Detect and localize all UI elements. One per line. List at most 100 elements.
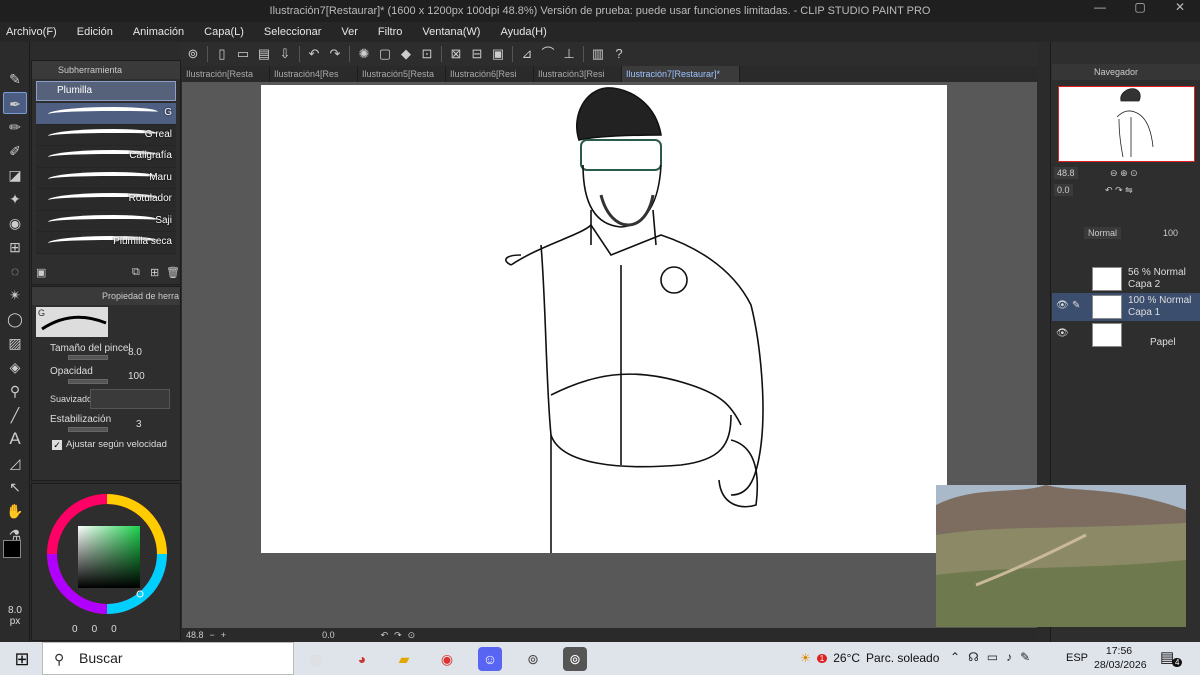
invert-selection-icon[interactable]: ⊟	[468, 45, 486, 63]
delete-subtool-icon[interactable]: 🗑	[166, 266, 180, 279]
brush-item[interactable]: Saji	[36, 210, 176, 232]
eye-icon[interactable]: 👁	[1056, 300, 1069, 311]
windows-start-icon[interactable]: ⊞	[10, 647, 34, 671]
language-indicator[interactable]: ESP	[1066, 652, 1088, 664]
green-value[interactable]: 0	[92, 624, 98, 635]
menu-archivo[interactable]: Archivo(F)	[6, 26, 57, 38]
subtool-group-plumilla[interactable]: Plumilla	[36, 81, 176, 101]
main-color-swatch[interactable]	[3, 540, 21, 558]
fit-button[interactable]: ⊙	[1130, 168, 1138, 178]
menu-filtro[interactable]: Filtro	[378, 26, 402, 38]
zoom-out-icon[interactable]: −	[210, 630, 215, 640]
pen-tray-icon[interactable]: ✎	[1020, 650, 1030, 664]
tab-ilustracion5[interactable]: Ilustración5[Resta	[358, 66, 446, 82]
maximize-button[interactable]: ▢	[1120, 0, 1160, 22]
gradient-tool-icon[interactable]: ▨	[3, 332, 27, 354]
line-tool-icon[interactable]: ╱	[3, 404, 27, 426]
search-input[interactable]: Buscar	[42, 642, 294, 675]
snap-icon[interactable]: ⌒	[539, 45, 557, 63]
new-file-icon[interactable]: ▯	[213, 45, 231, 63]
paint-app-icon[interactable]: ◕	[350, 647, 374, 671]
minimize-button[interactable]: —	[1080, 0, 1120, 22]
help-icon[interactable]: ?	[610, 45, 628, 63]
blend-mode-select[interactable]: Normal	[1084, 227, 1122, 239]
adjust-speed-checkbox[interactable]: ✓	[52, 440, 62, 450]
loading-icon[interactable]: ✺	[355, 45, 373, 63]
plumilla-tool-icon[interactable]: ✒	[3, 92, 27, 114]
stabilization-value[interactable]: 3	[136, 419, 142, 430]
menu-seleccionar[interactable]: Seleccionar	[264, 26, 321, 38]
menu-animacion[interactable]: Animación	[133, 26, 184, 38]
task-view-icon[interactable]: ▥	[304, 647, 328, 671]
fill-tool-icon[interactable]: ◉	[3, 212, 27, 234]
discord-icon[interactable]: ☺	[478, 647, 502, 671]
clip-studio-icon[interactable]: ⊚	[184, 45, 202, 63]
magic-wand-icon[interactable]: ✴	[3, 284, 27, 306]
save-icon[interactable]: ▤	[255, 45, 273, 63]
blue-value[interactable]: 0	[111, 624, 117, 635]
transform-icon[interactable]: ⊡	[418, 45, 436, 63]
tab-ilustracion6[interactable]: Ilustración6[Resi	[446, 66, 534, 82]
blend-tool-icon[interactable]: ✦	[3, 188, 27, 210]
rotate-right-icon[interactable]: ↷	[394, 630, 402, 641]
brush-item[interactable]: G	[36, 103, 176, 125]
stabilization-slider[interactable]	[68, 427, 108, 432]
zoom-in-icon[interactable]: +	[221, 630, 226, 640]
color-wheel[interactable]	[32, 484, 182, 642]
brush-item[interactable]: Caligrafía	[36, 146, 176, 168]
new-subtool-icon[interactable]: ⊞	[150, 266, 159, 279]
flip-button[interactable]: ⇋	[1125, 185, 1133, 195]
rotate-cw-button[interactable]: ↷	[1115, 185, 1123, 195]
rotate-ccw-button[interactable]: ↶	[1105, 185, 1113, 195]
tab-ilustracion7[interactable]: Ilustración7[Restaurar]*	[622, 66, 740, 82]
tab-ilustracion4[interactable]: Ilustración4[Res	[270, 66, 358, 82]
zoom-out-button[interactable]: ⊖	[1110, 168, 1118, 178]
menu-ventana[interactable]: Ventana(W)	[422, 26, 480, 38]
brush-item[interactable]: Plumilla seca	[36, 232, 176, 254]
rotate-left-icon[interactable]: ↶	[381, 630, 389, 641]
opacity-value[interactable]: 100	[128, 371, 145, 382]
drawing-canvas[interactable]	[261, 85, 947, 553]
close-button[interactable]: ✕	[1160, 0, 1200, 22]
lasso-tool-icon[interactable]: ◌	[3, 260, 27, 282]
ruler-tool-icon[interactable]: ◿	[3, 452, 27, 474]
menu-capa[interactable]: Capa(L)	[204, 26, 244, 38]
layer-row[interactable]: 👁 ✎ 100 % Normal Capa 1	[1052, 293, 1200, 321]
select-none-icon[interactable]: ⊠	[447, 45, 465, 63]
smoothing-options[interactable]	[90, 389, 170, 409]
ruler-icon[interactable]: ⊿	[518, 45, 536, 63]
object-tool-icon[interactable]: ↖	[3, 476, 27, 498]
layer-row[interactable]: 👁 Papel	[1052, 321, 1200, 349]
zoom-tool-icon[interactable]: ⚲	[3, 380, 27, 402]
eraser-tool-icon[interactable]: ◪	[3, 164, 27, 186]
brush-tool-icon[interactable]: ✐	[3, 140, 27, 162]
angle-readout[interactable]: 0.0	[322, 630, 335, 640]
pen-tool-icon[interactable]: ✎	[3, 68, 27, 90]
brush-item[interactable]: Rotulador	[36, 189, 176, 211]
opacity-slider[interactable]	[68, 379, 108, 384]
navigator-preview[interactable]	[1058, 86, 1195, 162]
reset-rotation-icon[interactable]: ⊙	[408, 630, 416, 641]
eye-icon[interactable]: 👁	[1056, 328, 1069, 339]
red-value[interactable]: 0	[72, 624, 78, 635]
tab-ilustracion[interactable]: Ilustración[Resta	[182, 66, 270, 82]
undo-icon[interactable]: ↶	[305, 45, 323, 63]
weather-widget[interactable]: ☀ 1 26°C Parc. soleado	[800, 648, 939, 668]
clear-icon[interactable]: ▢	[376, 45, 394, 63]
menu-edicion[interactable]: Edición	[77, 26, 113, 38]
mic-icon[interactable]: ☊	[968, 650, 979, 664]
redo-icon[interactable]: ↷	[326, 45, 344, 63]
brush-item[interactable]: Maru	[36, 167, 176, 189]
clock[interactable]: 17:56 28/03/2026	[1094, 644, 1147, 672]
brush-size-slider[interactable]	[68, 355, 108, 360]
zoom-readout[interactable]: 48.8	[186, 630, 204, 640]
hand-tool-icon[interactable]: ✋	[3, 500, 27, 522]
tab-ilustracion3[interactable]: Ilustración3[Resi	[534, 66, 622, 82]
pencil-tool-icon[interactable]: ✏	[3, 116, 27, 138]
volume-icon[interactable]: ♪	[1006, 650, 1012, 664]
clip-studio-paint-icon[interactable]: ⊚	[563, 647, 587, 671]
menu-ayuda[interactable]: Ayuda(H)	[500, 26, 546, 38]
subtool-settings-icon[interactable]: ▣	[36, 267, 46, 279]
chrome-icon[interactable]: ◉	[435, 647, 459, 671]
settings-icon[interactable]: ▥	[589, 45, 607, 63]
